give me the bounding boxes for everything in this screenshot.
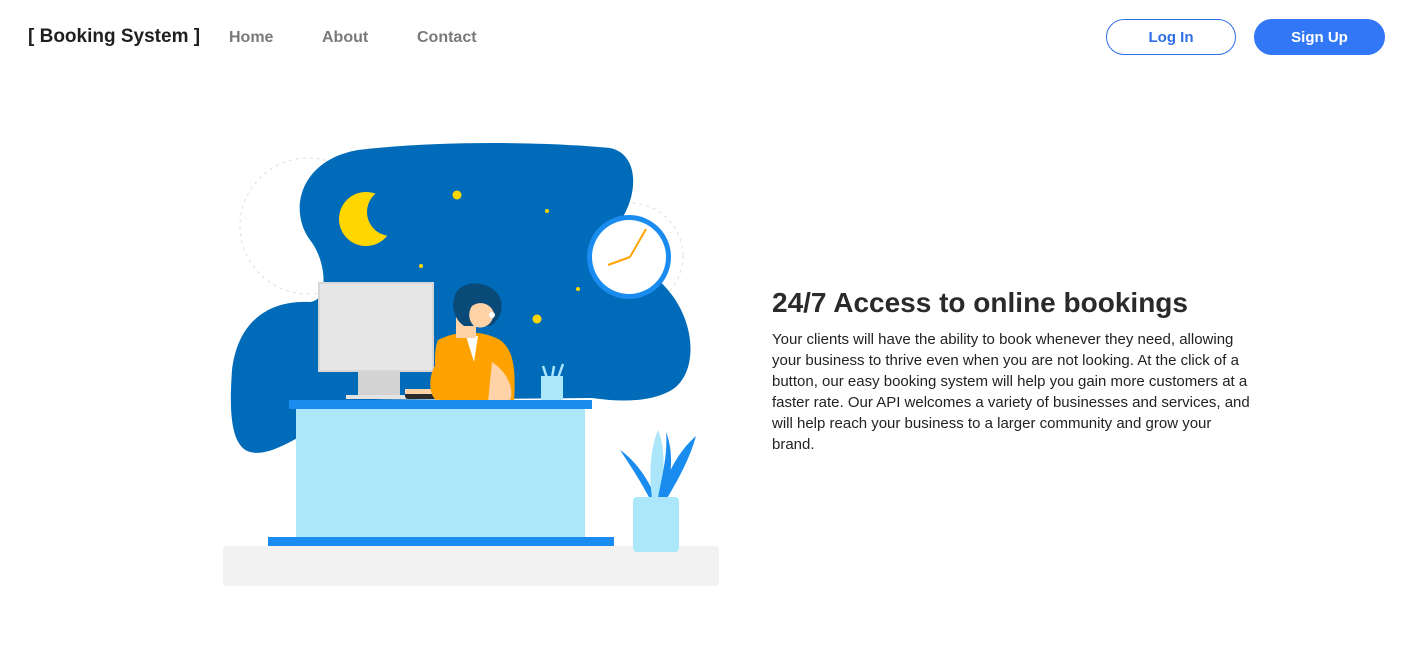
star-icon [452, 190, 462, 200]
star-icon [532, 314, 542, 324]
nav-link-home[interactable]: Home [229, 29, 273, 47]
receptionist-night-illustration [223, 143, 719, 586]
star-icon [545, 209, 549, 213]
star-icon [576, 287, 580, 291]
nav-link-about[interactable]: About [322, 29, 368, 47]
potted-plant-icon [620, 430, 696, 552]
hero-description: Your clients will have the ability to bo… [772, 331, 1250, 453]
signup-button[interactable]: Sign Up [1254, 19, 1385, 55]
star-icon [419, 264, 423, 268]
clock-icon [587, 215, 671, 299]
login-button[interactable]: Log In [1106, 19, 1236, 55]
brand-logo[interactable]: [ Booking System ] [28, 26, 200, 48]
desk-illustration [268, 400, 614, 546]
hero-title: 24/7 Access to online bookings [772, 287, 1188, 318]
nav-link-contact[interactable]: Contact [417, 29, 477, 47]
